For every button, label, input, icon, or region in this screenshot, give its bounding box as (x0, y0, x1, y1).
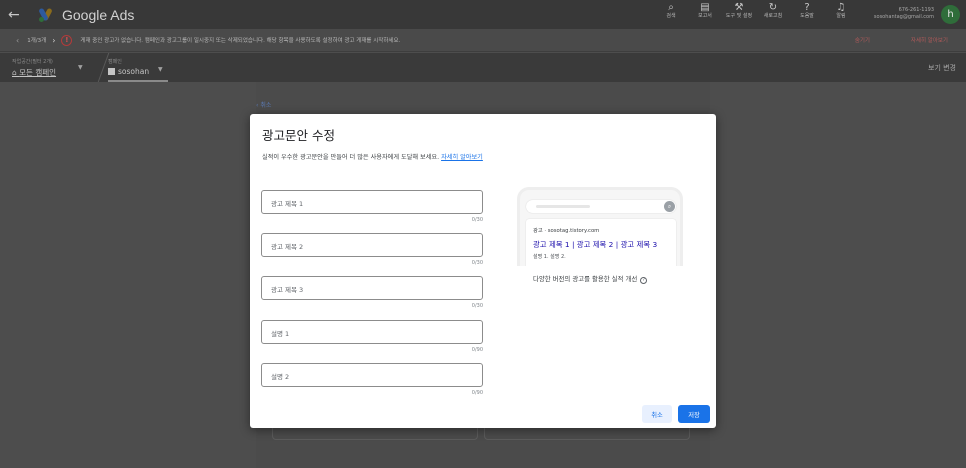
preview-caption: 다양한 버전의 광고를 활용한 실적 개선? (533, 274, 648, 284)
notice-hide-link[interactable]: 숨기기 (855, 36, 870, 44)
account-email: sosohantag@gmail.com (873, 14, 934, 20)
cancel-button[interactable]: 취소 (642, 405, 672, 423)
view-change-button[interactable]: 보기 변경 (928, 63, 956, 73)
tool-notifications[interactable]: ♫ 알림 (824, 2, 858, 19)
wrench-icon: ⚒ (734, 2, 744, 13)
background-card (272, 428, 478, 440)
headline-2-field[interactable]: 0/30 (261, 233, 483, 266)
bell-icon: ♫ (836, 2, 846, 13)
chevron-down-icon: ▼ (158, 66, 163, 73)
notice-pager: 1개/3개 (27, 38, 47, 44)
notice-learn-more-link[interactable]: 자세히 알아보기 (911, 36, 948, 44)
tool-label: 새로고침 (763, 13, 783, 19)
headline-3-input[interactable] (262, 279, 482, 301)
chevron-down-icon: ▼ (78, 64, 83, 71)
header-tools: ⌕ 검색 ▤ 보고서 ⚒ 도구 및 설정 ↻ 새로고침 ? 도움말 ♫ 알림 (654, 2, 858, 19)
campaign-selector[interactable]: 캠페인 sosohan ▼ (108, 58, 168, 82)
description-2-field[interactable]: 0/90 (261, 363, 483, 396)
preview-caption-text: 다양한 버전의 광고를 활용한 실적 개선 (533, 275, 638, 283)
description-2-input[interactable] (262, 366, 482, 388)
tool-label: 도구 및 설정 (725, 13, 753, 19)
save-button[interactable]: 저장 (678, 405, 710, 423)
dialog-subtitle: 실적이 우수한 광고문안을 만들어 더 많은 사용자에게 도달해 보세요. 자세… (262, 152, 483, 161)
search-icon: ⌕ (668, 2, 674, 13)
preview-url: 광고 · sosotag.tistory.com (533, 228, 600, 234)
headline-2-input[interactable] (262, 236, 482, 258)
background-cancel-label: 취소 (260, 102, 272, 109)
report-icon: ▤ (700, 2, 710, 13)
headline-1-field[interactable]: 0/30 (261, 190, 483, 223)
headline-1-input[interactable] (262, 193, 482, 215)
tool-tools-settings[interactable]: ⚒ 도구 및 설정 (722, 2, 756, 19)
tool-label: 도움말 (800, 13, 814, 19)
preview-ad-card: 광고 · sosotag.tistory.com 광고 제목 1 | 광고 제목… (526, 219, 676, 266)
description-1-input[interactable] (262, 323, 482, 345)
google-ads-logo (38, 7, 54, 23)
avatar[interactable]: h (941, 5, 960, 24)
campaign-label: 캠페인 (108, 59, 122, 65)
account-info[interactable]: 676-261-1193 sosohantag@gmail.com (874, 7, 934, 21)
tool-label: 검색 (666, 13, 676, 19)
tool-search[interactable]: ⌕ 검색 (654, 2, 688, 19)
arrow-left-icon[interactable]: ← (8, 7, 34, 23)
app-header: ← Google Ads ⌕ 검색 ▤ 보고서 ⚒ 도구 및 설정 ↻ 새로고침… (0, 0, 966, 29)
dialog-subtitle-text: 실적이 우수한 광고문안을 만들어 더 많은 사용자에게 도달해 보세요. (262, 154, 440, 161)
app-title: Google Ads (62, 6, 135, 23)
char-counter: 0/90 (471, 347, 483, 353)
chevron-right-icon[interactable]: › (52, 36, 55, 45)
char-counter: 0/30 (471, 303, 483, 309)
notification-bar: ‹ 1개/3개 › ! 게재 중인 광고가 없습니다. 캠페인과 광고그룹이 일… (0, 29, 966, 52)
refresh-icon: ↻ (768, 2, 778, 13)
search-icon: ⌕ (664, 201, 675, 212)
breadcrumb-divider (80, 53, 110, 82)
ad-preview-phone: ⌕ 광고 · sosotag.tistory.com 광고 제목 1 | 광고 … (517, 187, 683, 266)
char-counter: 0/30 (471, 217, 483, 223)
help-icon[interactable]: ? (640, 277, 648, 284)
headline-3-field[interactable]: 0/30 (261, 276, 483, 309)
description-1-field[interactable]: 0/90 (261, 320, 483, 353)
workspace-selector[interactable]: 작업공간(필터 2개) ⌂ 모든 캠페인 ▼ (12, 58, 83, 78)
preview-description: 설명 1. 설명 2. (533, 254, 566, 260)
workspace-value: 모든 캠페인 (19, 68, 57, 77)
background-card (484, 428, 690, 440)
char-counter: 0/30 (471, 260, 483, 266)
tool-label: 보고서 (698, 13, 712, 19)
char-counter: 0/90 (471, 390, 483, 396)
workspace-label: 작업공간(필터 2개) (12, 59, 53, 65)
dialog-title: 광고문안 수정 (262, 128, 335, 143)
preview-headline: 광고 제목 1 | 광고 제목 2 | 광고 제목 3 (533, 240, 658, 249)
warning-icon: ! (61, 34, 73, 46)
tool-refresh[interactable]: ↻ 새로고침 (756, 2, 790, 19)
help-icon: ? (804, 2, 810, 13)
background-cancel-link[interactable]: ‹ 취소 (256, 100, 271, 109)
campaign-value: sosohan (118, 67, 150, 76)
notice-message: 게재 중인 광고가 없습니다. 캠페인과 광고그룹이 일시중지 또는 삭제되었습… (80, 38, 401, 44)
campaign-nav: 작업공간(필터 2개) ⌂ 모든 캠페인 ▼ 캠페인 sosohan ▼ 보기 … (0, 53, 966, 82)
account-id: 676-261-1193 (898, 7, 934, 13)
campaign-icon (108, 68, 115, 75)
learn-more-link[interactable]: 자세히 알아보기 (441, 154, 483, 161)
chevron-left-icon[interactable]: ‹ (16, 36, 19, 45)
tool-label: 알림 (836, 13, 846, 19)
tool-report[interactable]: ▤ 보고서 (688, 2, 722, 19)
edit-ad-text-dialog: 광고문안 수정 실적이 우수한 광고문안을 만들어 더 많은 사용자에게 도달해… (250, 114, 716, 428)
tool-help[interactable]: ? 도움말 (790, 2, 824, 19)
preview-search-bar: ⌕ (526, 200, 676, 213)
